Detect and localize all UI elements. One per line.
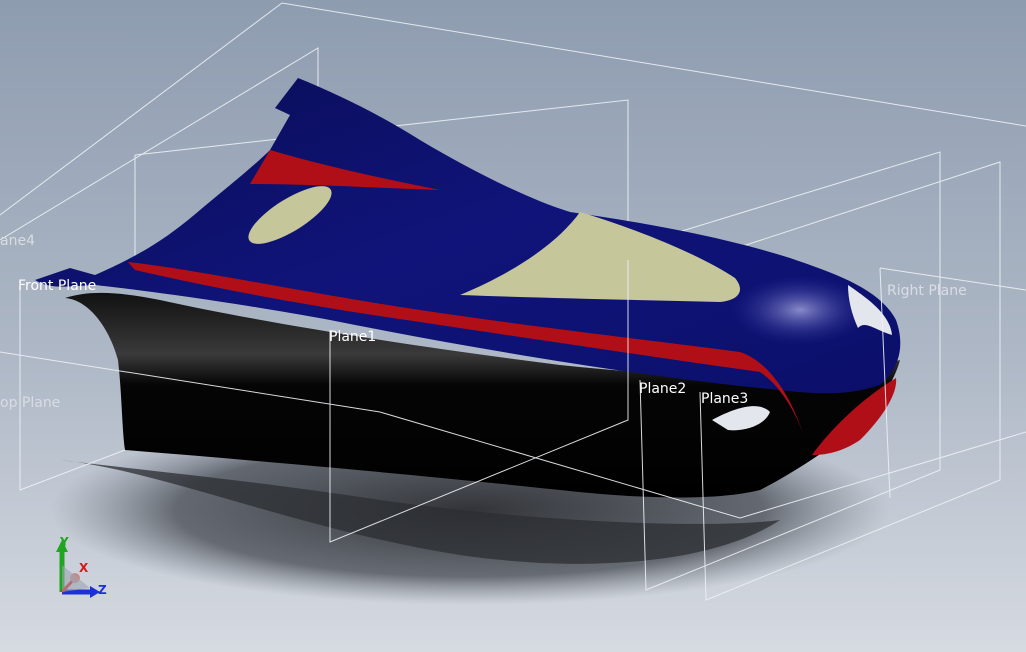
label-front-plane[interactable]: Front Plane <box>18 278 96 294</box>
label-plane4[interactable]: ane4 <box>0 233 35 249</box>
label-plane1[interactable]: Plane1 <box>329 329 376 345</box>
triad-y-label: Y <box>59 535 69 549</box>
hood-highlight <box>730 275 870 345</box>
label-plane3[interactable]: Plane3 <box>701 391 748 407</box>
label-plane2[interactable]: Plane2 <box>639 381 686 397</box>
label-top-plane[interactable]: op Plane <box>0 395 60 411</box>
graphics-viewport[interactable]: Front Plane Plane1 Plane2 Plane3 ane4 Ri… <box>0 0 1026 652</box>
model-scene[interactable]: Front Plane Plane1 Plane2 Plane3 ane4 Ri… <box>0 0 1026 652</box>
triad-z-label: Z <box>98 583 107 597</box>
label-right-plane[interactable]: Right Plane <box>887 283 967 299</box>
triad-x-label: X <box>79 561 89 575</box>
